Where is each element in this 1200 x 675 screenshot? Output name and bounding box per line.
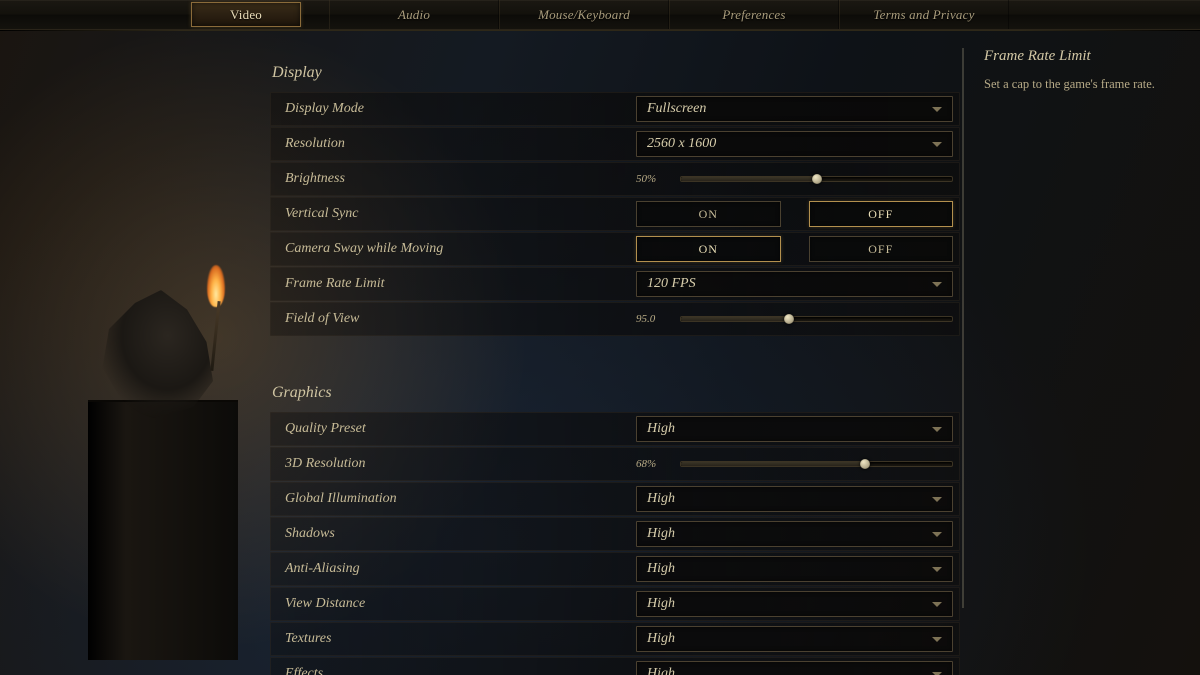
slider-3d-resolution[interactable] xyxy=(680,461,953,467)
dropdown-anti-aliasing[interactable]: High xyxy=(636,556,953,582)
dropdown-value: High xyxy=(647,526,675,542)
dropdown-textures[interactable]: High xyxy=(636,626,953,652)
dropdown-shadows[interactable]: High xyxy=(636,521,953,547)
label-anti-aliasing: Anti-Aliasing xyxy=(271,561,636,577)
section-graphics-title: Graphics xyxy=(272,384,960,402)
row-vertical-sync: Vertical Sync ON OFF xyxy=(270,197,960,231)
chevron-down-icon xyxy=(932,107,942,112)
help-title: Frame Rate Limit xyxy=(984,48,1190,65)
dropdown-value: High xyxy=(647,666,675,675)
row-3d-resolution: 3D Resolution 68% xyxy=(270,447,960,481)
chevron-down-icon xyxy=(932,282,942,287)
dropdown-resolution[interactable]: 2560 x 1600 xyxy=(636,131,953,157)
tab-audio[interactable]: Audio xyxy=(329,0,499,29)
tab-video[interactable]: Video xyxy=(191,2,301,27)
row-effects: Effects High xyxy=(270,657,960,675)
label-field-of-view: Field of View xyxy=(271,311,636,327)
label-view-distance: View Distance xyxy=(271,596,636,612)
toggle-vsync-off[interactable]: OFF xyxy=(809,201,954,227)
chevron-down-icon xyxy=(932,427,942,432)
row-view-distance: View Distance High xyxy=(270,587,960,621)
help-description: Set a cap to the game's frame rate. xyxy=(984,75,1190,94)
row-textures: Textures High xyxy=(270,622,960,656)
label-textures: Textures xyxy=(271,631,636,647)
settings-panel: Display Display Mode Fullscreen Resoluti… xyxy=(270,48,960,675)
settings-scrollbar[interactable] xyxy=(962,48,964,608)
dropdown-value: 120 FPS xyxy=(647,276,696,292)
dropdown-value: High xyxy=(647,491,675,507)
slider-brightness[interactable] xyxy=(680,176,953,182)
label-3d-resolution: 3D Resolution xyxy=(271,456,636,472)
row-global-illumination: Global Illumination High xyxy=(270,482,960,516)
dropdown-display-mode[interactable]: Fullscreen xyxy=(636,96,953,122)
row-quality-preset: Quality Preset High xyxy=(270,412,960,446)
label-camera-sway: Camera Sway while Moving xyxy=(271,241,636,257)
dropdown-value: High xyxy=(647,421,675,437)
label-quality-preset: Quality Preset xyxy=(271,421,636,437)
tab-mouse-keyboard[interactable]: Mouse/Keyboard xyxy=(499,0,669,29)
tab-preferences[interactable]: Preferences xyxy=(669,0,839,29)
dropdown-value: 2560 x 1600 xyxy=(647,136,716,152)
dropdown-value: High xyxy=(647,561,675,577)
dropdown-view-distance[interactable]: High xyxy=(636,591,953,617)
dropdown-value: High xyxy=(647,596,675,612)
tab-terms-privacy[interactable]: Terms and Privacy xyxy=(839,0,1009,29)
row-shadows: Shadows High xyxy=(270,517,960,551)
slider-value-brightness: 50% xyxy=(636,173,666,185)
label-global-illumination: Global Illumination xyxy=(271,491,636,507)
label-resolution: Resolution xyxy=(271,136,636,152)
toggle-camera-sway-on[interactable]: ON xyxy=(636,236,781,262)
section-display-title: Display xyxy=(272,64,960,82)
chevron-down-icon xyxy=(932,567,942,572)
dropdown-value: High xyxy=(647,631,675,647)
row-resolution: Resolution 2560 x 1600 xyxy=(270,127,960,161)
label-shadows: Shadows xyxy=(271,526,636,542)
row-brightness: Brightness 50% xyxy=(270,162,960,196)
row-field-of-view: Field of View 95.0 xyxy=(270,302,960,336)
background-pedestal xyxy=(88,400,238,660)
row-camera-sway: Camera Sway while Moving ON OFF xyxy=(270,232,960,266)
chevron-down-icon xyxy=(932,532,942,537)
chevron-down-icon xyxy=(932,497,942,502)
chevron-down-icon xyxy=(932,142,942,147)
label-brightness: Brightness xyxy=(271,171,636,187)
slider-value-3d-resolution: 68% xyxy=(636,458,666,470)
toggle-camera-sway-off[interactable]: OFF xyxy=(809,236,954,262)
toggle-vsync-on[interactable]: ON xyxy=(636,201,781,227)
dropdown-global-illumination[interactable]: High xyxy=(636,486,953,512)
label-display-mode: Display Mode xyxy=(271,101,636,117)
dropdown-quality-preset[interactable]: High xyxy=(636,416,953,442)
chevron-down-icon xyxy=(932,637,942,642)
label-vertical-sync: Vertical Sync xyxy=(271,206,636,222)
help-sidebar: Frame Rate Limit Set a cap to the game's… xyxy=(984,48,1190,94)
chevron-down-icon xyxy=(932,672,942,675)
dropdown-frame-rate-limit[interactable]: 120 FPS xyxy=(636,271,953,297)
dropdown-effects[interactable]: High xyxy=(636,661,953,675)
chevron-down-icon xyxy=(932,602,942,607)
row-anti-aliasing: Anti-Aliasing High xyxy=(270,552,960,586)
settings-tabbar: Video Audio Mouse/Keyboard Preferences T… xyxy=(0,0,1200,30)
slider-value-fov: 95.0 xyxy=(636,313,666,325)
label-effects: Effects xyxy=(271,666,636,675)
dropdown-value: Fullscreen xyxy=(647,101,706,117)
label-frame-rate-limit: Frame Rate Limit xyxy=(271,276,636,292)
row-display-mode: Display Mode Fullscreen xyxy=(270,92,960,126)
row-frame-rate-limit: Frame Rate Limit 120 FPS xyxy=(270,267,960,301)
slider-field-of-view[interactable] xyxy=(680,316,953,322)
